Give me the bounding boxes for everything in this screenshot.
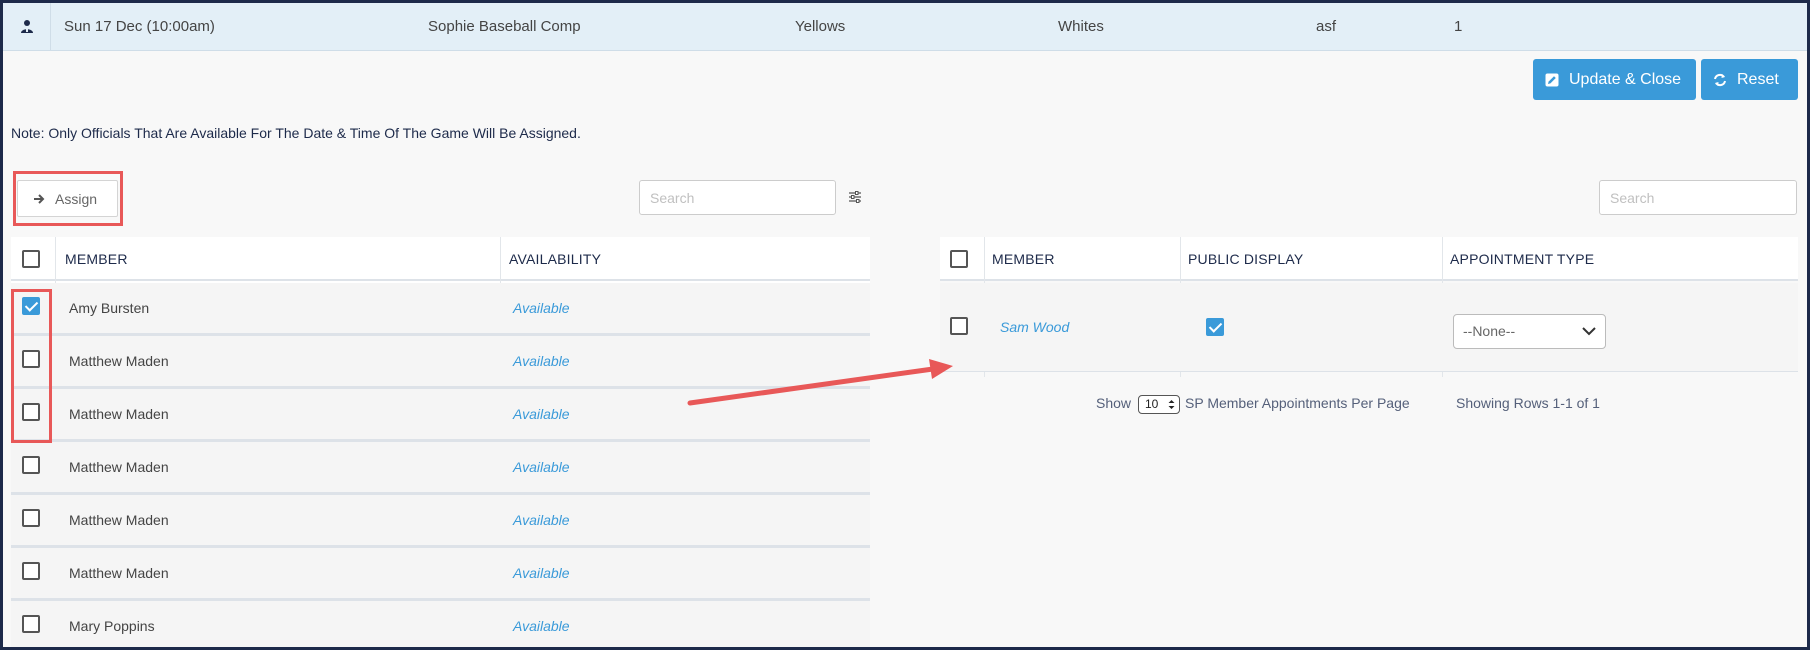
annotation-arrow xyxy=(687,359,953,406)
officials-assignment-panel: Sun 17 Dec (10:00am) Sophie Baseball Com… xyxy=(3,3,1807,647)
